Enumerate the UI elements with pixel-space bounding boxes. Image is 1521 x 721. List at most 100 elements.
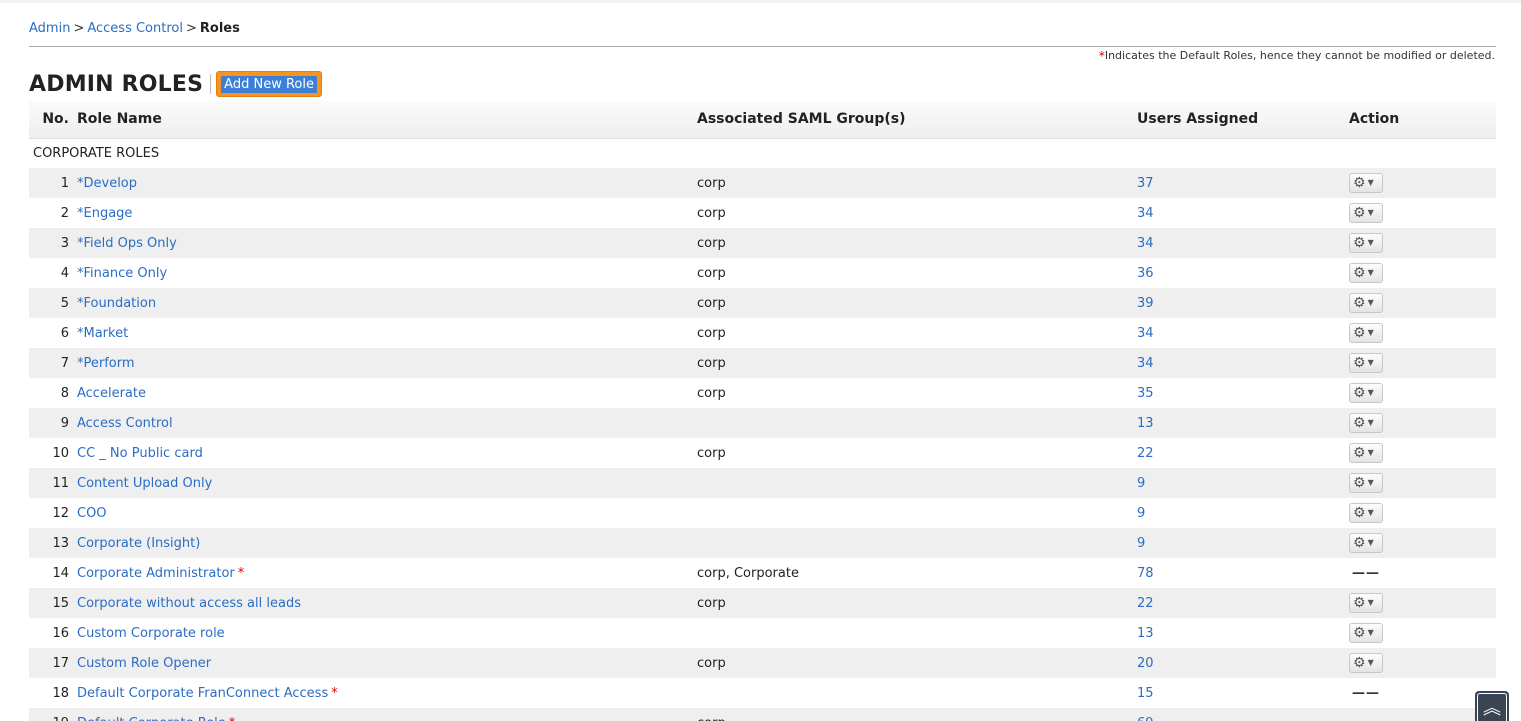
users-assigned-link[interactable]: 15 [1137, 686, 1154, 701]
action-menu-button[interactable]: ⚙ ▼ [1349, 593, 1383, 613]
users-assigned-cell: 13 [1137, 618, 1349, 648]
role-name-link[interactable]: *Finance Only [77, 266, 167, 281]
role-name-link[interactable]: *Develop [77, 176, 137, 191]
table-row: 8 Accelerate corp 35 ⚙ ▼ [29, 378, 1496, 408]
users-assigned-link[interactable]: 22 [1137, 446, 1154, 461]
users-assigned-link[interactable]: 34 [1137, 356, 1154, 371]
gear-icon: ⚙ [1353, 415, 1366, 431]
users-assigned-link[interactable]: 13 [1137, 626, 1154, 641]
users-assigned-cell: 22 [1137, 588, 1349, 618]
role-name-cell: Custom Corporate role [77, 618, 697, 648]
table-row: 9 Access Control 13 ⚙ ▼ [29, 408, 1496, 438]
role-name-link[interactable]: Corporate Administrator [77, 566, 235, 581]
role-name-cell: *Finance Only [77, 258, 697, 288]
action-cell: ⚙ ▼ [1349, 528, 1496, 558]
saml-groups-cell: corp [697, 258, 1137, 288]
action-menu-button[interactable]: ⚙ ▼ [1349, 653, 1383, 673]
role-name-link[interactable]: *Field Ops Only [77, 236, 177, 251]
users-assigned-link[interactable]: 39 [1137, 296, 1154, 311]
row-number: 10 [29, 438, 77, 468]
action-menu-button[interactable]: ⚙ ▼ [1349, 263, 1383, 283]
row-number: 13 [29, 528, 77, 558]
scroll-to-top-button[interactable]: ︽ [1475, 691, 1509, 721]
users-assigned-link[interactable]: 20 [1137, 656, 1154, 671]
breadcrumb-admin[interactable]: Admin [29, 21, 70, 36]
role-name-link[interactable]: Access Control [77, 416, 173, 431]
gear-icon: ⚙ [1353, 445, 1366, 461]
users-assigned-cell: 36 [1137, 258, 1349, 288]
action-menu-button[interactable]: ⚙ ▼ [1349, 533, 1383, 553]
role-name-link[interactable]: *Market [77, 326, 128, 341]
users-assigned-cell: 34 [1137, 318, 1349, 348]
role-name-link[interactable]: Accelerate [77, 386, 146, 401]
role-name-link[interactable]: Default Corporate FranConnect Access [77, 686, 328, 701]
required-star: * [237, 565, 245, 581]
action-menu-button[interactable]: ⚙ ▼ [1349, 203, 1383, 223]
action-cell: ⚙ ▼ [1349, 258, 1496, 288]
action-menu-button[interactable]: ⚙ ▼ [1349, 323, 1383, 343]
users-assigned-cell: 78 [1137, 558, 1349, 588]
default-roles-note: *Indicates the Default Roles, hence they… [1099, 49, 1495, 63]
role-name-link[interactable]: COO [77, 506, 107, 521]
role-name-link[interactable]: CC _ No Public card [77, 446, 203, 461]
role-name-link[interactable]: Content Upload Only [77, 476, 212, 491]
gear-icon: ⚙ [1353, 235, 1366, 251]
caret-down-icon: ▼ [1367, 208, 1374, 217]
action-menu-button[interactable]: ⚙ ▼ [1349, 173, 1383, 193]
action-menu-button[interactable]: ⚙ ▼ [1349, 383, 1383, 403]
users-assigned-link[interactable]: 9 [1137, 506, 1145, 521]
action-menu-button[interactable]: ⚙ ▼ [1349, 413, 1383, 433]
breadcrumb-separator: > [73, 21, 85, 36]
users-assigned-link[interactable]: 34 [1137, 206, 1154, 221]
breadcrumb-current: Roles [199, 21, 240, 36]
role-name-link[interactable]: *Perform [77, 356, 135, 371]
users-assigned-link[interactable]: 22 [1137, 596, 1154, 611]
row-number: 11 [29, 468, 77, 498]
table-row: 3 *Field Ops Only corp 34 ⚙ ▼ [29, 228, 1496, 258]
users-assigned-link[interactable]: 34 [1137, 326, 1154, 341]
gear-icon: ⚙ [1353, 175, 1366, 191]
action-menu-button[interactable]: ⚙ ▼ [1349, 503, 1383, 523]
saml-groups-cell: corp [697, 648, 1137, 678]
role-name-cell: Corporate without access all leads [77, 588, 697, 618]
users-assigned-link[interactable]: 69 [1137, 716, 1154, 721]
table-row: 18 Default Corporate FranConnect Access * 1… [29, 678, 1496, 708]
users-assigned-cell: 39 [1137, 288, 1349, 318]
breadcrumb-access-control[interactable]: Access Control [87, 21, 183, 36]
action-menu-button[interactable]: ⚙ ▼ [1349, 233, 1383, 253]
action-menu-button[interactable]: ⚙ ▼ [1349, 443, 1383, 463]
action-cell: ⚙ ▼ [1349, 198, 1496, 228]
no-action-dash: —— [1349, 716, 1380, 721]
action-menu-button[interactable]: ⚙ ▼ [1349, 293, 1383, 313]
users-assigned-link[interactable]: 9 [1137, 476, 1145, 491]
users-assigned-link[interactable]: 36 [1137, 266, 1154, 281]
action-menu-button[interactable]: ⚙ ▼ [1349, 353, 1383, 373]
action-cell: ⚙ ▼ [1349, 318, 1496, 348]
role-name-cell: *Develop [77, 168, 697, 198]
users-assigned-link[interactable]: 78 [1137, 566, 1154, 581]
role-name-link[interactable]: Default Corporate Role [77, 716, 226, 721]
action-menu-button[interactable]: ⚙ ▼ [1349, 623, 1383, 643]
role-name-link[interactable]: Corporate (Insight) [77, 536, 200, 551]
saml-groups-cell: corp [697, 228, 1137, 258]
users-assigned-link[interactable]: 9 [1137, 536, 1145, 551]
users-assigned-link[interactable]: 34 [1137, 236, 1154, 251]
role-name-cell: Corporate Administrator * [77, 558, 697, 588]
action-cell: ⚙ ▼ [1349, 378, 1496, 408]
users-assigned-link[interactable]: 37 [1137, 176, 1154, 191]
users-assigned-link[interactable]: 35 [1137, 386, 1154, 401]
role-name-link[interactable]: Custom Corporate role [77, 626, 225, 641]
caret-down-icon: ▼ [1367, 358, 1374, 367]
role-name-link[interactable]: *Foundation [77, 296, 156, 311]
row-number: 16 [29, 618, 77, 648]
users-assigned-link[interactable]: 13 [1137, 416, 1154, 431]
action-menu-button[interactable]: ⚙ ▼ [1349, 473, 1383, 493]
table-row: 15 Corporate without access all leads corp… [29, 588, 1496, 618]
role-name-link[interactable]: Corporate without access all leads [77, 596, 301, 611]
add-new-role-button[interactable]: Add New Role [216, 71, 322, 97]
role-name-link[interactable]: *Engage [77, 206, 132, 221]
role-name-cell: Content Upload Only [77, 468, 697, 498]
caret-down-icon: ▼ [1367, 238, 1374, 247]
role-name-link[interactable]: Custom Role Opener [77, 656, 211, 671]
table-row: 6 *Market corp 34 ⚙ ▼ [29, 318, 1496, 348]
